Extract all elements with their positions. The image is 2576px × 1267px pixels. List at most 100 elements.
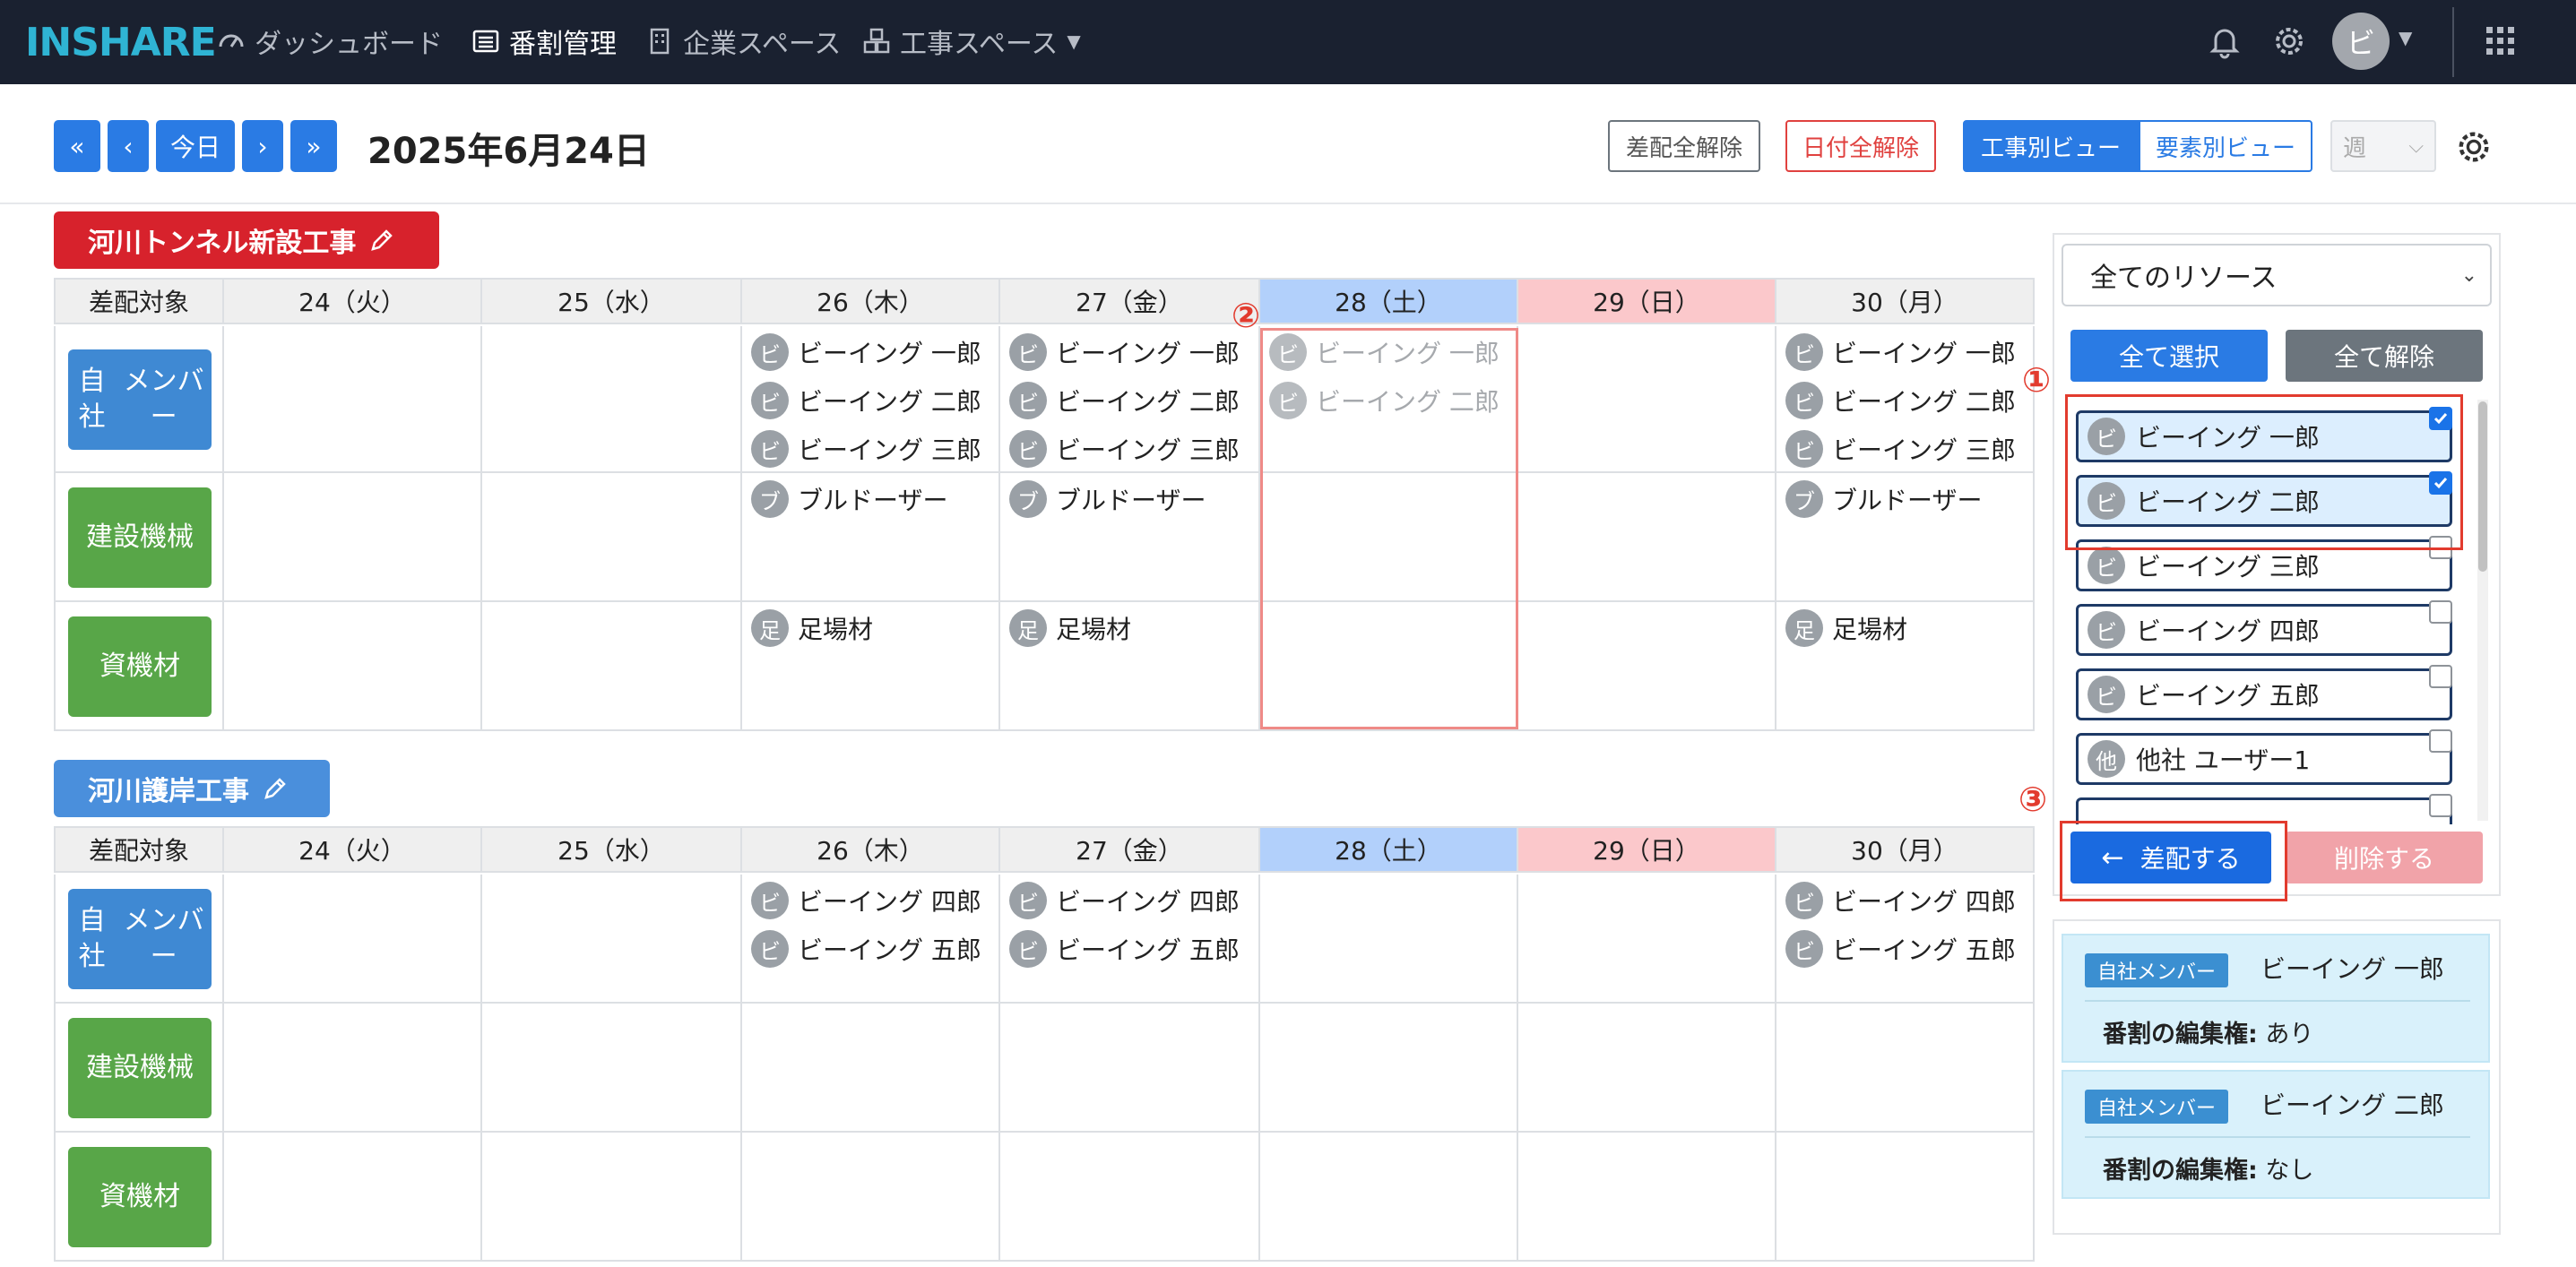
- schedule-cell[interactable]: [1776, 1133, 2035, 1262]
- view-by-project-button[interactable]: 工事別ビュー: [1963, 120, 2139, 172]
- gear-icon[interactable]: [2268, 20, 2311, 63]
- prev-week-button[interactable]: ‹: [108, 120, 149, 172]
- resource-avatar: ビ: [751, 430, 789, 468]
- resource-checkbox[interactable]: [2429, 600, 2452, 624]
- resource-chip[interactable]: ビビーイング 二郎: [1785, 382, 2016, 419]
- schedule-cell[interactable]: [224, 1004, 482, 1133]
- clear-all-dates-button[interactable]: 日付全解除: [1785, 120, 1936, 172]
- resource-chip[interactable]: ビビーイング 三郎: [1009, 430, 1240, 468]
- resource-list-item[interactable]: 他他社 ユーザー1: [2076, 733, 2452, 785]
- resource-chip[interactable]: 足足場材: [751, 609, 873, 647]
- resource-avatar: ビ: [751, 930, 789, 968]
- resource-chip[interactable]: ビビーイング 三郎: [751, 430, 981, 468]
- schedule-cell[interactable]: [482, 875, 742, 1004]
- schedule-cell[interactable]: [482, 326, 742, 473]
- resource-checkbox[interactable]: [2429, 729, 2452, 753]
- schedule-cell[interactable]: [1000, 1004, 1260, 1133]
- resource-chip[interactable]: ビビーイング 一郎: [751, 333, 981, 371]
- project-title-badge[interactable]: 河川トンネル新設工事: [54, 211, 439, 269]
- app-grid-icon[interactable]: [2483, 23, 2519, 63]
- last-week-button[interactable]: »: [290, 120, 337, 172]
- row-label-materials[interactable]: 資機材: [68, 616, 212, 717]
- schedule-cell[interactable]: [1000, 1133, 1260, 1262]
- app-logo[interactable]: INSHARE: [25, 20, 217, 65]
- resource-chip[interactable]: ビビーイング 五郎: [751, 930, 981, 968]
- project-title-badge[interactable]: 河川護岸工事: [54, 760, 330, 817]
- schedule-cell[interactable]: [1260, 875, 1518, 1004]
- settings-gear-icon[interactable]: [2454, 127, 2494, 170]
- resource-chip[interactable]: ビビーイング 五郎: [1785, 930, 2016, 968]
- resource-chip[interactable]: ビビーイング 三郎: [1785, 430, 2016, 468]
- deselect-all-button[interactable]: 全て解除: [2286, 330, 2483, 382]
- chevron-down-icon: ⌵: [2408, 134, 2424, 158]
- schedule-cell[interactable]: [482, 1133, 742, 1262]
- schedule-cell[interactable]: [224, 875, 482, 1004]
- resource-list-scrollbar[interactable]: [2477, 400, 2488, 821]
- resource-chip[interactable]: ビビーイング 二郎: [1009, 382, 1240, 419]
- schedule-cell[interactable]: [482, 473, 742, 602]
- delete-button[interactable]: 削除する: [2286, 832, 2483, 883]
- project-title: 河川護岸工事: [88, 776, 249, 807]
- clear-all-dispatch-button[interactable]: 差配全解除: [1608, 120, 1760, 172]
- resource-list-item[interactable]: ビビーイング 五郎: [2076, 668, 2452, 720]
- resource-chip[interactable]: 足足場材: [1785, 609, 1907, 647]
- schedule-cell[interactable]: [224, 602, 482, 731]
- user-avatar[interactable]: ビ: [2332, 13, 2390, 70]
- schedule-cell[interactable]: [1518, 473, 1776, 602]
- select-all-button[interactable]: 全て選択: [2070, 330, 2268, 382]
- schedule-cell[interactable]: [1518, 602, 1776, 731]
- bell-icon[interactable]: [2203, 20, 2246, 63]
- resource-chip[interactable]: ブブルドーザー: [1785, 480, 1982, 518]
- resource-chip[interactable]: ビビーイング 一郎: [1785, 333, 2016, 371]
- resource-chip[interactable]: ビビーイング 四郎: [751, 882, 981, 919]
- resource-chip[interactable]: ビビーイング 四郎: [1785, 882, 2016, 919]
- schedule-cell[interactable]: [1518, 1004, 1776, 1133]
- schedule-cell[interactable]: [1518, 326, 1776, 473]
- row-label-members[interactable]: 自社 メンバー: [68, 349, 212, 450]
- resource-avatar: ビ: [2088, 611, 2125, 649]
- resource-chip[interactable]: ビビーイング 五郎: [1009, 930, 1240, 968]
- schedule-cell[interactable]: [1518, 875, 1776, 1004]
- avatar-caret-icon[interactable]: ▼: [2399, 27, 2412, 48]
- resource-chip[interactable]: ビビーイング 四郎: [1009, 882, 1240, 919]
- scrollbar-thumb[interactable]: [2478, 401, 2487, 572]
- resource-filter-select[interactable]: 全てのリソース ⌄: [2062, 244, 2492, 306]
- period-select[interactable]: 週 ⌵: [2330, 120, 2436, 172]
- view-by-element-button[interactable]: 要素別ビュー: [2139, 120, 2312, 172]
- schedule-cell[interactable]: [224, 473, 482, 602]
- building-icon: [650, 28, 670, 55]
- row-label-members[interactable]: 自社 メンバー: [68, 889, 212, 989]
- nav-company-space[interactable]: 企業スペース: [645, 22, 841, 61]
- resource-chip[interactable]: ビビーイング 一郎: [1009, 333, 1240, 371]
- schedule-cell[interactable]: [1776, 1004, 2035, 1133]
- pencil-icon[interactable]: [262, 775, 289, 802]
- schedule-cell[interactable]: [224, 1133, 482, 1262]
- first-week-button[interactable]: «: [54, 120, 100, 172]
- row-label-machinery[interactable]: 建設機械: [68, 487, 212, 588]
- row-label-materials[interactable]: 資機材: [68, 1147, 212, 1247]
- resource-chip[interactable]: ブブルドーザー: [751, 480, 947, 518]
- next-week-button[interactable]: ›: [242, 120, 283, 172]
- nav-dashboard[interactable]: ダッシュボード: [217, 22, 443, 61]
- resource-list-item[interactable]: ビビーイング 四郎: [2076, 604, 2452, 656]
- resource-checkbox[interactable]: [2429, 794, 2452, 817]
- resource-name: ビーイング 三郎: [1832, 435, 2016, 465]
- nav-shift-management[interactable]: 番割管理: [471, 22, 617, 61]
- resource-chip[interactable]: 足足場材: [1009, 609, 1131, 647]
- pencil-icon[interactable]: [368, 227, 395, 254]
- schedule-cell[interactable]: [1518, 1133, 1776, 1262]
- resource-checkbox[interactable]: [2429, 665, 2452, 688]
- schedule-cell[interactable]: [742, 1133, 1000, 1262]
- schedule-cell[interactable]: [742, 1004, 1000, 1133]
- schedule-cell[interactable]: [224, 326, 482, 473]
- schedule-cell[interactable]: [482, 602, 742, 731]
- schedule-cell[interactable]: [1260, 1133, 1518, 1262]
- resource-chip[interactable]: ビビーイング 二郎: [751, 382, 981, 419]
- nav-project-space[interactable]: 工事スペース ▼: [862, 22, 1081, 61]
- resource-chip[interactable]: ブブルドーザー: [1009, 480, 1206, 518]
- row-label-machinery[interactable]: 建設機械: [68, 1018, 212, 1118]
- today-button[interactable]: 今日: [156, 120, 235, 172]
- info-divider: [2085, 1000, 2470, 1002]
- schedule-cell[interactable]: [482, 1004, 742, 1133]
- schedule-cell[interactable]: [1260, 1004, 1518, 1133]
